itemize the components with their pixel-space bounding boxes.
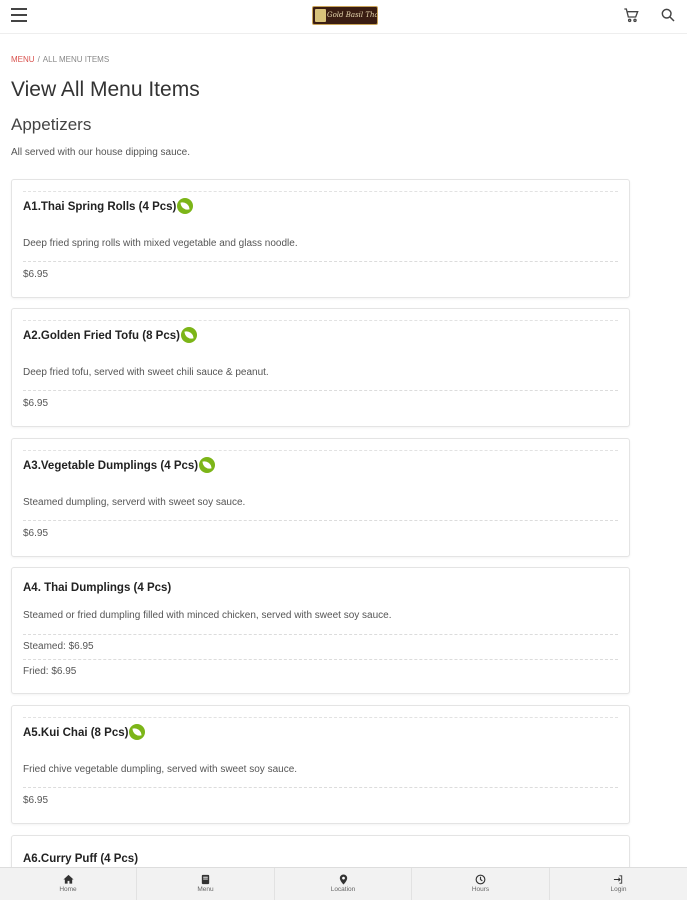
section-title: Appetizers xyxy=(11,115,92,134)
menu-item-price-fried: Fried: $6.95 xyxy=(23,666,77,677)
breadcrumb-separator: / xyxy=(37,55,40,64)
menu-item-name-row: A2.Golden Fried Tofu (8 Pcs) xyxy=(23,327,197,343)
book-icon xyxy=(201,874,210,885)
menu-item-price: $6.95 xyxy=(23,795,49,806)
card-top-divider xyxy=(23,450,618,451)
price-divider xyxy=(23,390,618,391)
menu-item-card[interactable]: A3.Vegetable Dumplings (4 Pcs) Steamed d… xyxy=(11,438,630,557)
menu-item-name: A2.Golden Fried Tofu (8 Pcs) xyxy=(23,330,180,342)
breadcrumb-current: ALL MENU ITEMS xyxy=(42,55,110,64)
menu-item-name: A6.Curry Puff (4 Pcs) xyxy=(23,853,139,865)
home-icon xyxy=(62,874,74,884)
menu-item-price: $6.95 xyxy=(23,269,49,280)
card-top-divider xyxy=(23,320,618,321)
menu-item-description: Steamed or fried dumpling filled with mi… xyxy=(23,610,392,621)
card-top-divider xyxy=(23,191,618,192)
nav-label: Hours xyxy=(471,886,490,893)
clock-icon xyxy=(475,874,486,885)
vegetarian-leaf-icon xyxy=(199,457,216,473)
menu-item-name-row: A1.Thai Spring Rolls (4 Pcs) xyxy=(23,198,194,214)
menu-item-description: Deep fried spring rolls with mixed veget… xyxy=(23,238,298,249)
nav-hours[interactable]: Hours xyxy=(412,868,550,900)
bottom-navigation: Home Menu Location Hours Login xyxy=(0,867,687,900)
menu-item-card[interactable]: A4. Thai Dumplings (4 Pcs) Steamed or fr… xyxy=(11,567,630,694)
hamburger-menu-icon[interactable] xyxy=(11,8,27,22)
breadcrumb: MENU / ALL MENU ITEMS xyxy=(11,55,109,64)
menu-item-name: A5.Kui Chai (8 Pcs) xyxy=(23,727,129,739)
menu-item-description: Steamed dumpling, serverd with sweet soy… xyxy=(23,497,246,508)
menu-item-name-row: A5.Kui Chai (8 Pcs) xyxy=(23,724,146,740)
nav-home[interactable]: Home xyxy=(0,868,137,900)
logo-text: Gold Basil Thai xyxy=(327,11,378,19)
nav-label: Location xyxy=(330,886,356,893)
price-divider xyxy=(23,659,618,660)
nav-label: Home xyxy=(59,886,77,893)
nav-label: Menu xyxy=(197,886,214,893)
vegetarian-leaf-icon xyxy=(180,327,197,343)
menu-item-name: A3.Vegetable Dumplings (4 Pcs) xyxy=(23,460,199,472)
menu-item-name: A4. Thai Dumplings (4 Pcs) xyxy=(23,582,172,594)
nav-menu[interactable]: Menu xyxy=(137,868,275,900)
menu-item-card[interactable]: A5.Kui Chai (8 Pcs) Fried chive vegetabl… xyxy=(11,705,630,824)
menu-item-price: $6.95 xyxy=(23,398,49,409)
price-divider xyxy=(23,261,618,262)
page-title: View All Menu Items xyxy=(11,78,200,101)
vegetarian-leaf-icon xyxy=(177,198,194,214)
price-divider xyxy=(23,634,618,635)
nav-location[interactable]: Location xyxy=(275,868,412,900)
section-description: All served with our house dipping sauce. xyxy=(11,147,190,158)
shopping-cart-icon[interactable] xyxy=(623,7,639,23)
menu-item-price: $6.95 xyxy=(23,528,49,539)
card-top-divider xyxy=(23,717,618,718)
breadcrumb-menu-link[interactable]: MENU xyxy=(11,55,35,64)
nav-login[interactable]: Login xyxy=(550,868,687,900)
menu-item-description: Deep fried tofu, served with sweet chili… xyxy=(23,367,269,378)
logo-emblem xyxy=(315,9,326,22)
menu-item-card[interactable]: A2.Golden Fried Tofu (8 Pcs) Deep fried … xyxy=(11,308,630,427)
menu-item-card[interactable]: A1.Thai Spring Rolls (4 Pcs) Deep fried … xyxy=(11,179,630,298)
map-pin-icon xyxy=(339,874,347,885)
login-icon xyxy=(613,875,623,884)
menu-item-name-row: A6.Curry Puff (4 Pcs) xyxy=(23,853,138,865)
menu-item-name-row: A3.Vegetable Dumplings (4 Pcs) xyxy=(23,457,216,473)
menu-item-name: A1.Thai Spring Rolls (4 Pcs) xyxy=(23,201,177,213)
top-bar: Gold Basil Thai xyxy=(0,0,687,34)
price-divider xyxy=(23,787,618,788)
search-icon[interactable] xyxy=(660,7,676,23)
nav-label: Login xyxy=(610,886,627,893)
menu-item-price-steamed: Steamed: $6.95 xyxy=(23,641,94,652)
price-divider xyxy=(23,520,618,521)
menu-item-description: Fried chive vegetable dumpling, served w… xyxy=(23,764,298,775)
vegetarian-leaf-icon xyxy=(129,724,146,740)
restaurant-logo[interactable]: Gold Basil Thai xyxy=(312,6,378,25)
menu-item-name-row: A4. Thai Dumplings (4 Pcs) xyxy=(23,582,171,594)
